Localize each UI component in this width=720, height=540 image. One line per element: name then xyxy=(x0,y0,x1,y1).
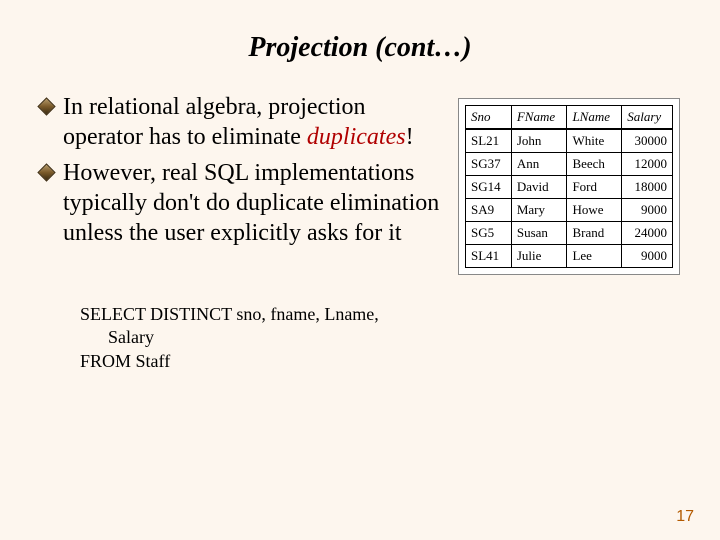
bullet-item: However, real SQL implementations typica… xyxy=(40,158,446,248)
cell: 30000 xyxy=(622,129,673,153)
table-row: SL41 Julie Lee 9000 xyxy=(466,245,673,268)
cell: Howe xyxy=(567,199,622,222)
cell: Ford xyxy=(567,176,622,199)
cell: SG14 xyxy=(466,176,512,199)
bullet-text: In relational algebra, projection operat… xyxy=(63,92,446,152)
bullet-1-emph: duplicates xyxy=(307,124,406,150)
cell: David xyxy=(511,176,567,199)
table-row: SL21 John White 30000 xyxy=(466,129,673,153)
table-row: SA9 Mary Howe 9000 xyxy=(466,199,673,222)
page-number: 17 xyxy=(676,508,694,526)
table-row: SG5 Susan Brand 24000 xyxy=(466,222,673,245)
cell: 12000 xyxy=(622,153,673,176)
bullet-item: In relational algebra, projection operat… xyxy=(40,92,446,152)
table-row: SG37 Ann Beech 12000 xyxy=(466,153,673,176)
col-sno: Sno xyxy=(466,106,512,130)
sql-line: Salary xyxy=(80,326,680,349)
cell: Beech xyxy=(567,153,622,176)
col-salary: Salary xyxy=(622,106,673,130)
cell: Lee xyxy=(567,245,622,268)
cell: Ann xyxy=(511,153,567,176)
cell: John xyxy=(511,129,567,153)
cell: White xyxy=(567,129,622,153)
result-table: Sno FName LName Salary SL21 John White 3… xyxy=(465,105,673,268)
cell: SG5 xyxy=(466,222,512,245)
sql-line: FROM Staff xyxy=(80,350,680,373)
diamond-bullet-icon xyxy=(37,163,55,181)
slide-title: Projection (cont…) xyxy=(40,32,680,64)
cell: Susan xyxy=(511,222,567,245)
cell: SA9 xyxy=(466,199,512,222)
bullet-text: However, real SQL implementations typica… xyxy=(63,158,446,248)
col-lname: LName xyxy=(567,106,622,130)
table-header-row: Sno FName LName Salary xyxy=(466,106,673,130)
cell: 9000 xyxy=(622,245,673,268)
cell: Julie xyxy=(511,245,567,268)
diamond-bullet-icon xyxy=(37,97,55,115)
result-table-container: Sno FName LName Salary SL21 John White 3… xyxy=(458,98,680,275)
bullet-1-post: ! xyxy=(406,124,414,150)
cell: SL41 xyxy=(466,245,512,268)
sql-block: SELECT DISTINCT sno, fname, Lname, Salar… xyxy=(80,303,680,373)
cell: 18000 xyxy=(622,176,673,199)
cell: 24000 xyxy=(622,222,673,245)
content-row: In relational algebra, projection operat… xyxy=(40,92,680,275)
col-fname: FName xyxy=(511,106,567,130)
sql-line: SELECT DISTINCT sno, fname, Lname, xyxy=(80,303,680,326)
cell: SG37 xyxy=(466,153,512,176)
cell: 9000 xyxy=(622,199,673,222)
cell: Mary xyxy=(511,199,567,222)
table-row: SG14 David Ford 18000 xyxy=(466,176,673,199)
cell: Brand xyxy=(567,222,622,245)
bullet-list: In relational algebra, projection operat… xyxy=(40,92,458,254)
cell: SL21 xyxy=(466,129,512,153)
